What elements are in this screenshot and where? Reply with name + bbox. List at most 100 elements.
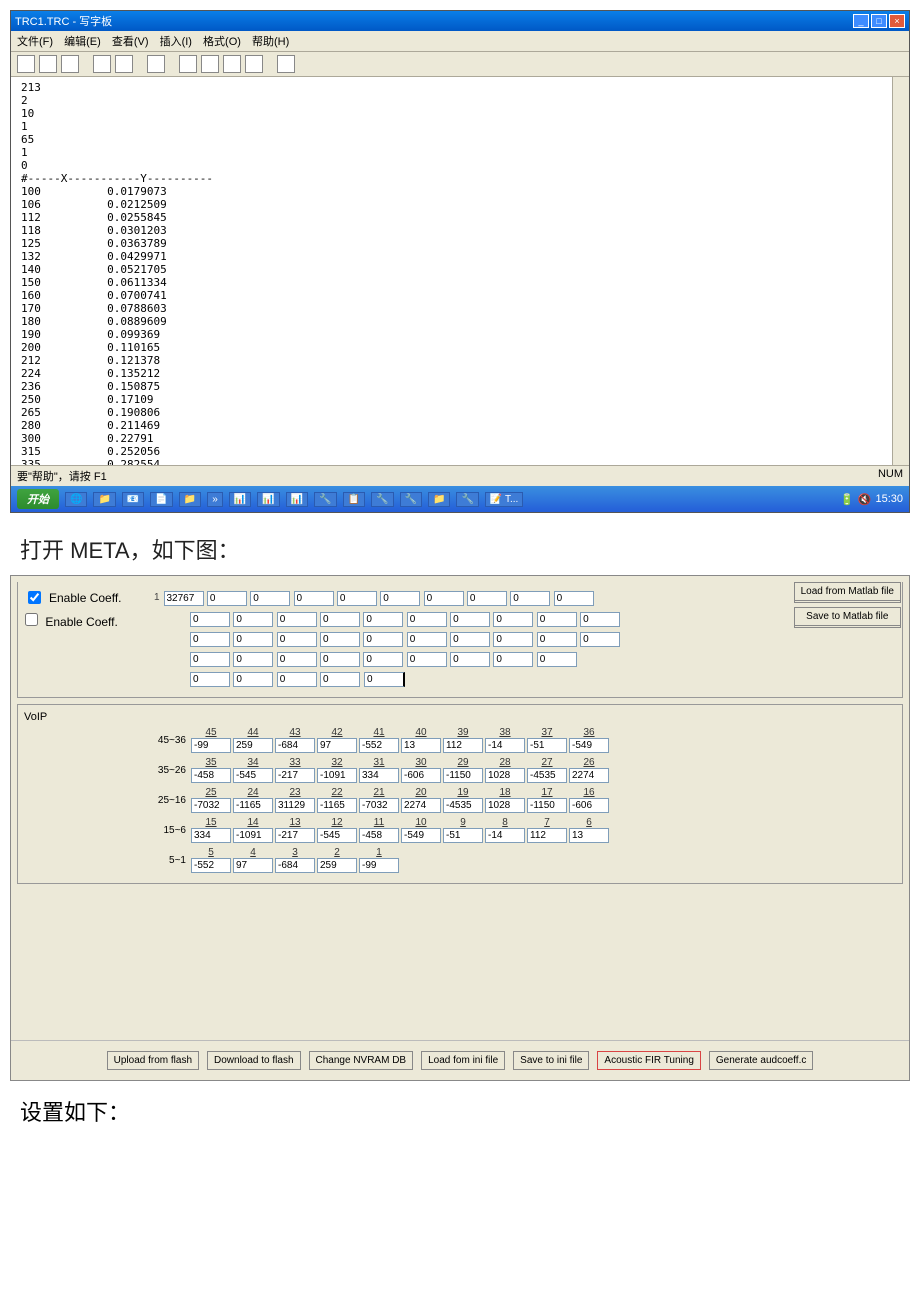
task-item[interactable]: 🌐 [65, 492, 87, 507]
coeff-input[interactable] [294, 591, 334, 606]
coeff-input[interactable] [450, 612, 490, 627]
voip-input[interactable] [275, 798, 315, 813]
voip-input[interactable] [233, 828, 273, 843]
task-item[interactable]: » [207, 492, 223, 507]
coeff-input[interactable] [510, 591, 550, 606]
voip-input[interactable] [191, 828, 231, 843]
voip-input[interactable] [317, 828, 357, 843]
task-wordpad[interactable]: 📝 T... [485, 492, 523, 507]
coeff-input[interactable] [164, 591, 204, 606]
coeff-input[interactable] [450, 632, 490, 647]
coeff-input[interactable] [190, 612, 230, 627]
voip-input[interactable] [569, 768, 609, 783]
cut-icon[interactable] [179, 55, 197, 73]
coeff-input[interactable] [320, 632, 360, 647]
menu-format[interactable]: 格式(O) [203, 36, 241, 48]
task-item[interactable]: 🔧 [456, 492, 478, 507]
date-icon[interactable] [277, 55, 295, 73]
coeff-input[interactable] [190, 652, 230, 667]
task-item[interactable]: 📄 [150, 492, 172, 507]
coeff-input[interactable] [277, 612, 317, 627]
task-item[interactable]: 📁 [93, 492, 115, 507]
voip-input[interactable] [443, 798, 483, 813]
coeff-input[interactable] [277, 632, 317, 647]
task-item[interactable]: 📁 [179, 492, 201, 507]
coeff-input[interactable] [424, 591, 464, 606]
voip-input[interactable] [233, 798, 273, 813]
voip-input[interactable] [191, 768, 231, 783]
menubar[interactable]: 文件(F) 编辑(E) 查看(V) 插入(I) 格式(O) 帮助(H) [11, 31, 909, 52]
menu-view[interactable]: 查看(V) [112, 36, 149, 48]
menu-file[interactable]: 文件(F) [17, 36, 53, 48]
voip-input[interactable] [233, 858, 273, 873]
task-item[interactable]: 📊 [257, 492, 279, 507]
start-button[interactable]: 开始 [17, 489, 59, 509]
voip-input[interactable] [485, 828, 525, 843]
voip-input[interactable] [359, 858, 399, 873]
paste-icon[interactable] [223, 55, 241, 73]
coeff-input[interactable] [320, 612, 360, 627]
voip-input[interactable] [401, 738, 441, 753]
coeff-input[interactable] [233, 632, 273, 647]
menu-insert[interactable]: 插入(I) [160, 36, 192, 48]
change-nvram-button[interactable]: Change NVRAM DB [309, 1051, 414, 1070]
acoustic-fir-button[interactable]: Acoustic FIR Tuning [597, 1051, 700, 1070]
voip-input[interactable] [191, 858, 231, 873]
task-item[interactable]: 🔧 [314, 492, 336, 507]
coeff-input[interactable] [364, 672, 405, 687]
menu-help[interactable]: 帮助(H) [252, 36, 289, 48]
voip-input[interactable] [317, 798, 357, 813]
coeff-input[interactable] [537, 632, 577, 647]
voip-input[interactable] [485, 768, 525, 783]
voip-input[interactable] [443, 768, 483, 783]
voip-input[interactable] [527, 738, 567, 753]
voip-input[interactable] [569, 798, 609, 813]
task-item[interactable]: 📊 [229, 492, 251, 507]
coeff-input[interactable] [493, 632, 533, 647]
coeff-input[interactable] [363, 652, 403, 667]
find-icon[interactable] [147, 55, 165, 73]
voip-input[interactable] [569, 828, 609, 843]
coeff-input[interactable] [554, 591, 594, 606]
voip-input[interactable] [317, 738, 357, 753]
voip-input[interactable] [233, 768, 273, 783]
save-icon[interactable] [61, 55, 79, 73]
close-icon[interactable]: × [889, 14, 905, 28]
coeff-input[interactable] [580, 632, 620, 647]
undo-icon[interactable] [245, 55, 263, 73]
task-item[interactable]: 📧 [122, 492, 144, 507]
copy-icon[interactable] [201, 55, 219, 73]
voip-input[interactable] [275, 738, 315, 753]
coeff-input[interactable] [320, 672, 360, 687]
voip-input[interactable] [359, 828, 399, 843]
coeff-input[interactable] [190, 632, 230, 647]
minimize-icon[interactable]: _ [853, 14, 869, 28]
coeff-input[interactable] [537, 612, 577, 627]
task-item[interactable]: 📁 [428, 492, 450, 507]
voip-input[interactable] [401, 798, 441, 813]
upload-flash-button[interactable]: Upload from flash [107, 1051, 199, 1070]
coeff-input[interactable] [407, 652, 447, 667]
task-item[interactable]: 📊 [286, 492, 308, 507]
new-icon[interactable] [17, 55, 35, 73]
voip-input[interactable] [443, 828, 483, 843]
menu-edit[interactable]: 编辑(E) [64, 36, 101, 48]
voip-input[interactable] [233, 738, 273, 753]
coeff-input[interactable] [363, 632, 403, 647]
coeff-input[interactable] [363, 612, 403, 627]
task-item[interactable]: 🔧 [371, 492, 393, 507]
coeff-input[interactable] [580, 612, 620, 627]
voip-input[interactable] [275, 768, 315, 783]
save-matlab-button-2[interactable]: Save to Matlab file [794, 607, 901, 626]
system-tray[interactable]: 🔋 🔇 15:30 [840, 493, 903, 506]
voip-input[interactable] [191, 798, 231, 813]
voip-input[interactable] [317, 858, 357, 873]
voip-input[interactable] [527, 798, 567, 813]
voip-input[interactable] [401, 768, 441, 783]
maximize-icon[interactable]: □ [871, 14, 887, 28]
coeff-input[interactable] [320, 652, 360, 667]
task-item[interactable]: 📋 [343, 492, 365, 507]
voip-input[interactable] [317, 768, 357, 783]
coeff-input[interactable] [493, 652, 533, 667]
voip-input[interactable] [401, 828, 441, 843]
